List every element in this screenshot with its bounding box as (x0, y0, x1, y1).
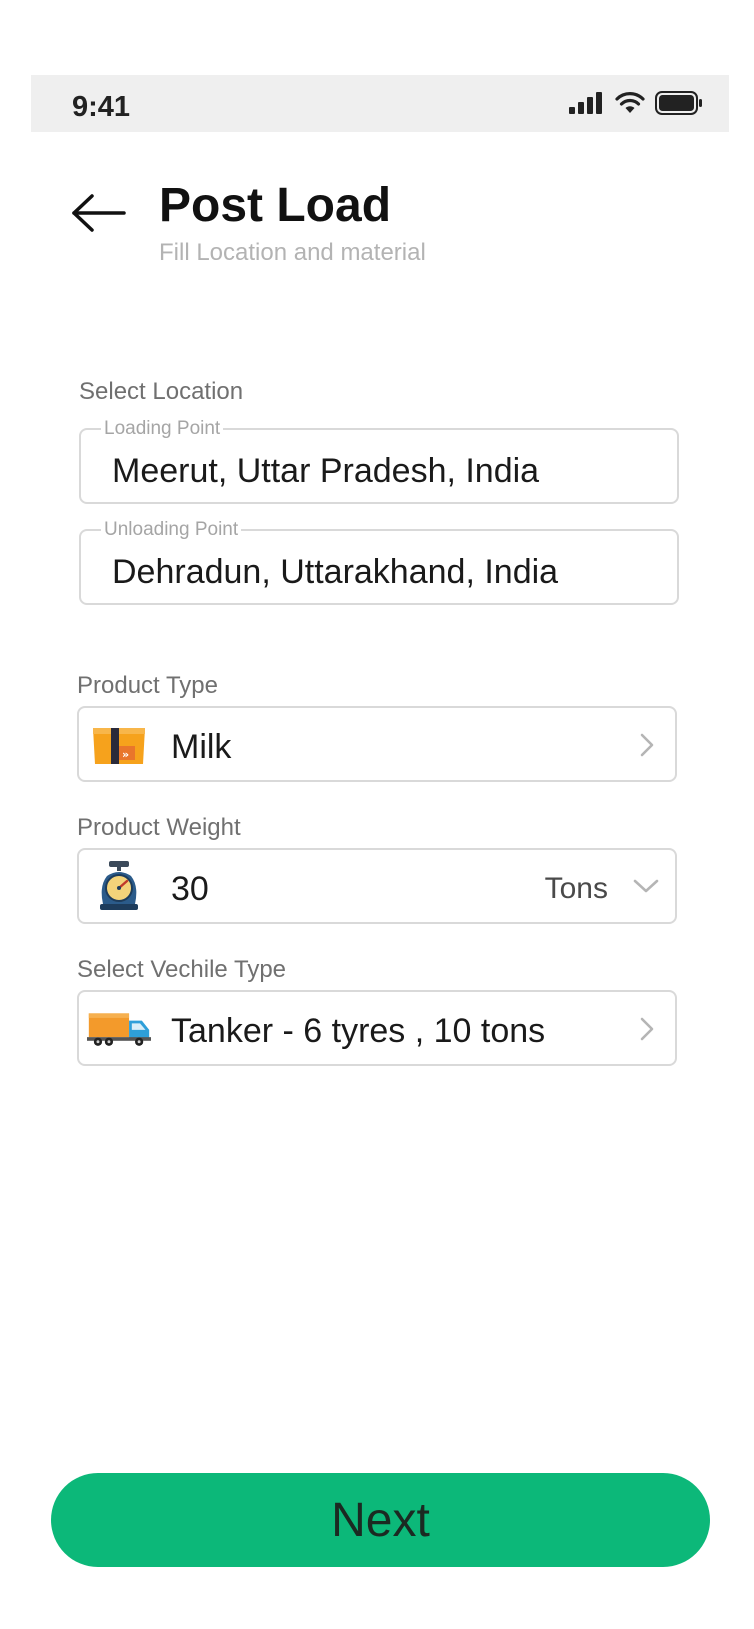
loading-point-legend: Loading Point (101, 419, 224, 439)
weighing-scale-icon (87, 858, 151, 914)
chevron-right-icon (640, 1017, 654, 1041)
status-icons (569, 89, 703, 117)
unloading-point-field[interactable]: Unloading Point Dehradun, Uttarakhand, I… (79, 520, 679, 605)
battery-icon (655, 91, 702, 115)
status-bar: 9:41 (31, 75, 729, 132)
truck-icon (87, 1000, 151, 1056)
vehicle-type-select[interactable]: Tanker - 6 tyres , 10 tons (77, 990, 677, 1066)
unloading-point-value: Dehradun, Uttarakhand, India (112, 553, 559, 591)
loading-point-field[interactable]: Loading Point Meerut, Uttar Pradesh, Ind… (79, 419, 679, 504)
weight-unit-select[interactable]: Tons (545, 872, 608, 906)
back-button[interactable] (70, 190, 130, 238)
loading-point-value: Meerut, Uttar Pradesh, India (112, 452, 540, 490)
product-weight-field[interactable]: 30 Tons (77, 848, 677, 924)
signal-icon (569, 92, 602, 114)
package-box-icon: » (87, 716, 151, 772)
product-type-value: Milk (171, 728, 232, 766)
unloading-point-legend: Unloading Point (101, 520, 242, 540)
next-button[interactable]: Next (51, 1473, 710, 1567)
vehicle-type-value: Tanker - 6 tyres , 10 tons (171, 1012, 546, 1050)
product-weight-label: Product Weight (77, 814, 241, 841)
wifi-icon (615, 92, 645, 113)
page-subtitle: Fill Location and material (159, 239, 426, 266)
product-weight-value: 30 (171, 870, 209, 908)
svg-text:»: » (122, 748, 129, 761)
vehicle-type-label: Select Vechile Type (77, 956, 287, 983)
chevron-down-icon[interactable] (632, 876, 660, 896)
product-type-select[interactable]: » Milk (77, 706, 677, 782)
product-type-label: Product Type (77, 672, 218, 699)
chevron-right-icon (640, 733, 654, 757)
next-button-label: Next (331, 1493, 430, 1547)
page-title: Post Load (159, 179, 392, 232)
select-location-label: Select Location (79, 378, 244, 405)
status-time: 9:41 (72, 91, 131, 123)
arrow-left-icon (72, 194, 126, 232)
